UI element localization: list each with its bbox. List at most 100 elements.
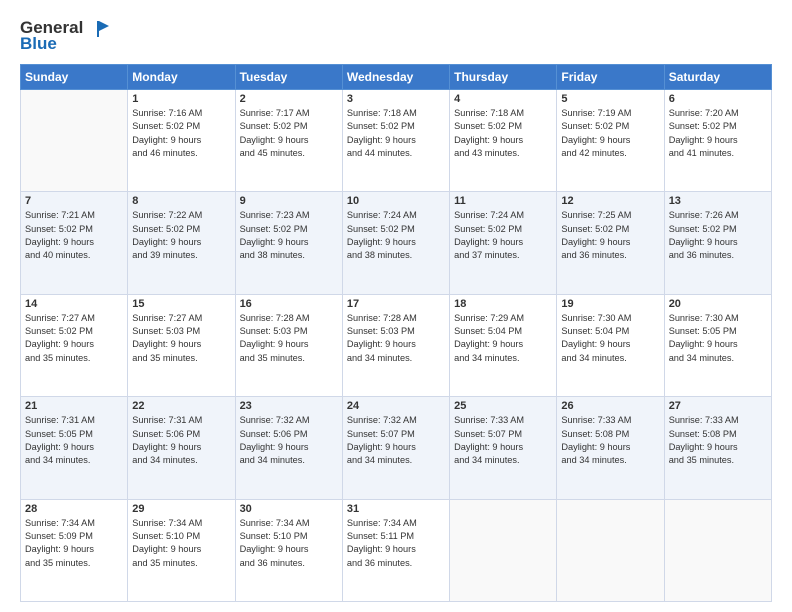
cell-content: Sunrise: 7:33 AMSunset: 5:08 PMDaylight:… xyxy=(669,414,767,467)
cell-content: Sunrise: 7:20 AMSunset: 5:02 PMDaylight:… xyxy=(669,107,767,160)
day-number: 15 xyxy=(132,298,230,310)
day-number: 29 xyxy=(132,503,230,515)
day-number: 3 xyxy=(347,93,445,105)
calendar-cell: 5 Sunrise: 7:19 AMSunset: 5:02 PMDaylight… xyxy=(557,90,664,192)
cell-content: Sunrise: 7:24 AMSunset: 5:02 PMDaylight:… xyxy=(347,209,445,262)
week-row-4: 21Sunrise: 7:31 AMSunset: 5:05 PMDayligh… xyxy=(21,397,772,499)
calendar-cell: 2Sunrise: 7:17 AMSunset: 5:02 PMDaylight… xyxy=(235,90,342,192)
day-number: 10 xyxy=(347,195,445,207)
calendar-cell xyxy=(450,499,557,601)
cell-content: Sunrise: 7:32 AMSunset: 5:07 PMDaylight:… xyxy=(347,414,445,467)
day-number: 27 xyxy=(669,400,767,412)
cell-content: Sunrise: 7:18 AMSunset: 5:02 PMDaylight:… xyxy=(454,107,552,160)
cell-content: Sunrise: 7:23 AMSunset: 5:02 PMDaylight:… xyxy=(240,209,338,262)
calendar-cell: 16 Sunrise: 7:28 AMSunset: 5:03 PMDayligh… xyxy=(235,294,342,396)
calendar-table: SundayMondayTuesdayWednesdayThursdayFrid… xyxy=(20,64,772,602)
calendar-cell: 22 Sunrise: 7:31 AMSunset: 5:06 PMDayligh… xyxy=(128,397,235,499)
day-number: 16 xyxy=(240,298,338,310)
day-number: 11 xyxy=(454,195,552,207)
header: General Blue xyxy=(20,18,772,54)
day-number: 22 xyxy=(132,400,230,412)
cell-content: Sunrise: 7:34 AMSunset: 5:11 PMDaylight:… xyxy=(347,517,445,570)
calendar-cell: 10 Sunrise: 7:24 AMSunset: 5:02 PMDayligh… xyxy=(342,192,449,294)
day-number: 12 xyxy=(561,195,659,207)
logo-blue: Blue xyxy=(20,34,57,54)
calendar-cell: 21Sunrise: 7:31 AMSunset: 5:05 PMDayligh… xyxy=(21,397,128,499)
calendar-cell: 3 Sunrise: 7:18 AMSunset: 5:02 PMDaylight… xyxy=(342,90,449,192)
calendar-cell: 23Sunrise: 7:32 AMSunset: 5:06 PMDayligh… xyxy=(235,397,342,499)
day-number: 25 xyxy=(454,400,552,412)
cell-content: Sunrise: 7:16 AMSunset: 5:02 PMDaylight:… xyxy=(132,107,230,160)
weekday-header-monday: Monday xyxy=(128,65,235,90)
week-row-3: 14Sunrise: 7:27 AMSunset: 5:02 PMDayligh… xyxy=(21,294,772,396)
weekday-header-wednesday: Wednesday xyxy=(342,65,449,90)
day-number: 28 xyxy=(25,503,123,515)
weekday-header-friday: Friday xyxy=(557,65,664,90)
calendar-cell: 1Sunrise: 7:16 AMSunset: 5:02 PMDaylight… xyxy=(128,90,235,192)
cell-content: Sunrise: 7:31 AMSunset: 5:06 PMDaylight:… xyxy=(132,414,230,467)
calendar-cell xyxy=(21,90,128,192)
day-number: 17 xyxy=(347,298,445,310)
logo-flag-icon xyxy=(87,19,109,37)
day-number: 8 xyxy=(132,195,230,207)
day-number: 7 xyxy=(25,195,123,207)
cell-content: Sunrise: 7:28 AMSunset: 5:03 PMDaylight:… xyxy=(240,312,338,365)
cell-content: Sunrise: 7:30 AMSunset: 5:04 PMDaylight:… xyxy=(561,312,659,365)
cell-content: Sunrise: 7:19 AMSunset: 5:02 PMDaylight:… xyxy=(561,107,659,160)
day-number: 5 xyxy=(561,93,659,105)
day-number: 21 xyxy=(25,400,123,412)
calendar-cell xyxy=(664,499,771,601)
calendar-cell: 31 Sunrise: 7:34 AMSunset: 5:11 PMDayligh… xyxy=(342,499,449,601)
day-number: 30 xyxy=(240,503,338,515)
day-number: 31 xyxy=(347,503,445,515)
cell-content: Sunrise: 7:26 AMSunset: 5:02 PMDaylight:… xyxy=(669,209,767,262)
calendar-cell: 4 Sunrise: 7:18 AMSunset: 5:02 PMDaylight… xyxy=(450,90,557,192)
week-row-5: 28Sunrise: 7:34 AMSunset: 5:09 PMDayligh… xyxy=(21,499,772,601)
day-number: 20 xyxy=(669,298,767,310)
weekday-header-tuesday: Tuesday xyxy=(235,65,342,90)
cell-content: Sunrise: 7:33 AMSunset: 5:07 PMDaylight:… xyxy=(454,414,552,467)
cell-content: Sunrise: 7:22 AMSunset: 5:02 PMDaylight:… xyxy=(132,209,230,262)
day-number: 2 xyxy=(240,93,338,105)
day-number: 13 xyxy=(669,195,767,207)
logo: General Blue xyxy=(20,18,109,54)
cell-content: Sunrise: 7:24 AMSunset: 5:02 PMDaylight:… xyxy=(454,209,552,262)
calendar-cell: 17 Sunrise: 7:28 AMSunset: 5:03 PMDayligh… xyxy=(342,294,449,396)
calendar-cell: 20 Sunrise: 7:30 AMSunset: 5:05 PMDayligh… xyxy=(664,294,771,396)
calendar-cell: 14Sunrise: 7:27 AMSunset: 5:02 PMDayligh… xyxy=(21,294,128,396)
calendar-cell: 13 Sunrise: 7:26 AMSunset: 5:02 PMDayligh… xyxy=(664,192,771,294)
week-row-1: 1Sunrise: 7:16 AMSunset: 5:02 PMDaylight… xyxy=(21,90,772,192)
calendar-cell: 24 Sunrise: 7:32 AMSunset: 5:07 PMDayligh… xyxy=(342,397,449,499)
calendar-cell: 15 Sunrise: 7:27 AMSunset: 5:03 PMDayligh… xyxy=(128,294,235,396)
cell-content: Sunrise: 7:28 AMSunset: 5:03 PMDaylight:… xyxy=(347,312,445,365)
calendar-cell: 25 Sunrise: 7:33 AMSunset: 5:07 PMDayligh… xyxy=(450,397,557,499)
cell-content: Sunrise: 7:34 AMSunset: 5:10 PMDaylight:… xyxy=(240,517,338,570)
cell-content: Sunrise: 7:32 AMSunset: 5:06 PMDaylight:… xyxy=(240,414,338,467)
day-number: 4 xyxy=(454,93,552,105)
page: General Blue SundayMondayTuesdayWednesda… xyxy=(0,0,792,612)
cell-content: Sunrise: 7:34 AMSunset: 5:10 PMDaylight:… xyxy=(132,517,230,570)
day-number: 26 xyxy=(561,400,659,412)
cell-content: Sunrise: 7:29 AMSunset: 5:04 PMDaylight:… xyxy=(454,312,552,365)
calendar-cell: 30 Sunrise: 7:34 AMSunset: 5:10 PMDayligh… xyxy=(235,499,342,601)
day-number: 6 xyxy=(669,93,767,105)
calendar-cell: 19Sunrise: 7:30 AMSunset: 5:04 PMDayligh… xyxy=(557,294,664,396)
calendar-cell: 29 Sunrise: 7:34 AMSunset: 5:10 PMDayligh… xyxy=(128,499,235,601)
calendar-cell: 7 Sunrise: 7:21 AMSunset: 5:02 PMDaylight… xyxy=(21,192,128,294)
cell-content: Sunrise: 7:27 AMSunset: 5:03 PMDaylight:… xyxy=(132,312,230,365)
cell-content: Sunrise: 7:30 AMSunset: 5:05 PMDaylight:… xyxy=(669,312,767,365)
day-number: 24 xyxy=(347,400,445,412)
day-number: 9 xyxy=(240,195,338,207)
calendar-cell xyxy=(557,499,664,601)
cell-content: Sunrise: 7:21 AMSunset: 5:02 PMDaylight:… xyxy=(25,209,123,262)
calendar-cell: 12 Sunrise: 7:25 AMSunset: 5:02 PMDayligh… xyxy=(557,192,664,294)
cell-content: Sunrise: 7:25 AMSunset: 5:02 PMDaylight:… xyxy=(561,209,659,262)
weekday-header-sunday: Sunday xyxy=(21,65,128,90)
cell-content: Sunrise: 7:27 AMSunset: 5:02 PMDaylight:… xyxy=(25,312,123,365)
cell-content: Sunrise: 7:18 AMSunset: 5:02 PMDaylight:… xyxy=(347,107,445,160)
calendar-cell: 6 Sunrise: 7:20 AMSunset: 5:02 PMDaylight… xyxy=(664,90,771,192)
weekday-header-row: SundayMondayTuesdayWednesdayThursdayFrid… xyxy=(21,65,772,90)
calendar-cell: 9 Sunrise: 7:23 AMSunset: 5:02 PMDaylight… xyxy=(235,192,342,294)
calendar-cell: 28Sunrise: 7:34 AMSunset: 5:09 PMDayligh… xyxy=(21,499,128,601)
week-row-2: 7 Sunrise: 7:21 AMSunset: 5:02 PMDaylight… xyxy=(21,192,772,294)
